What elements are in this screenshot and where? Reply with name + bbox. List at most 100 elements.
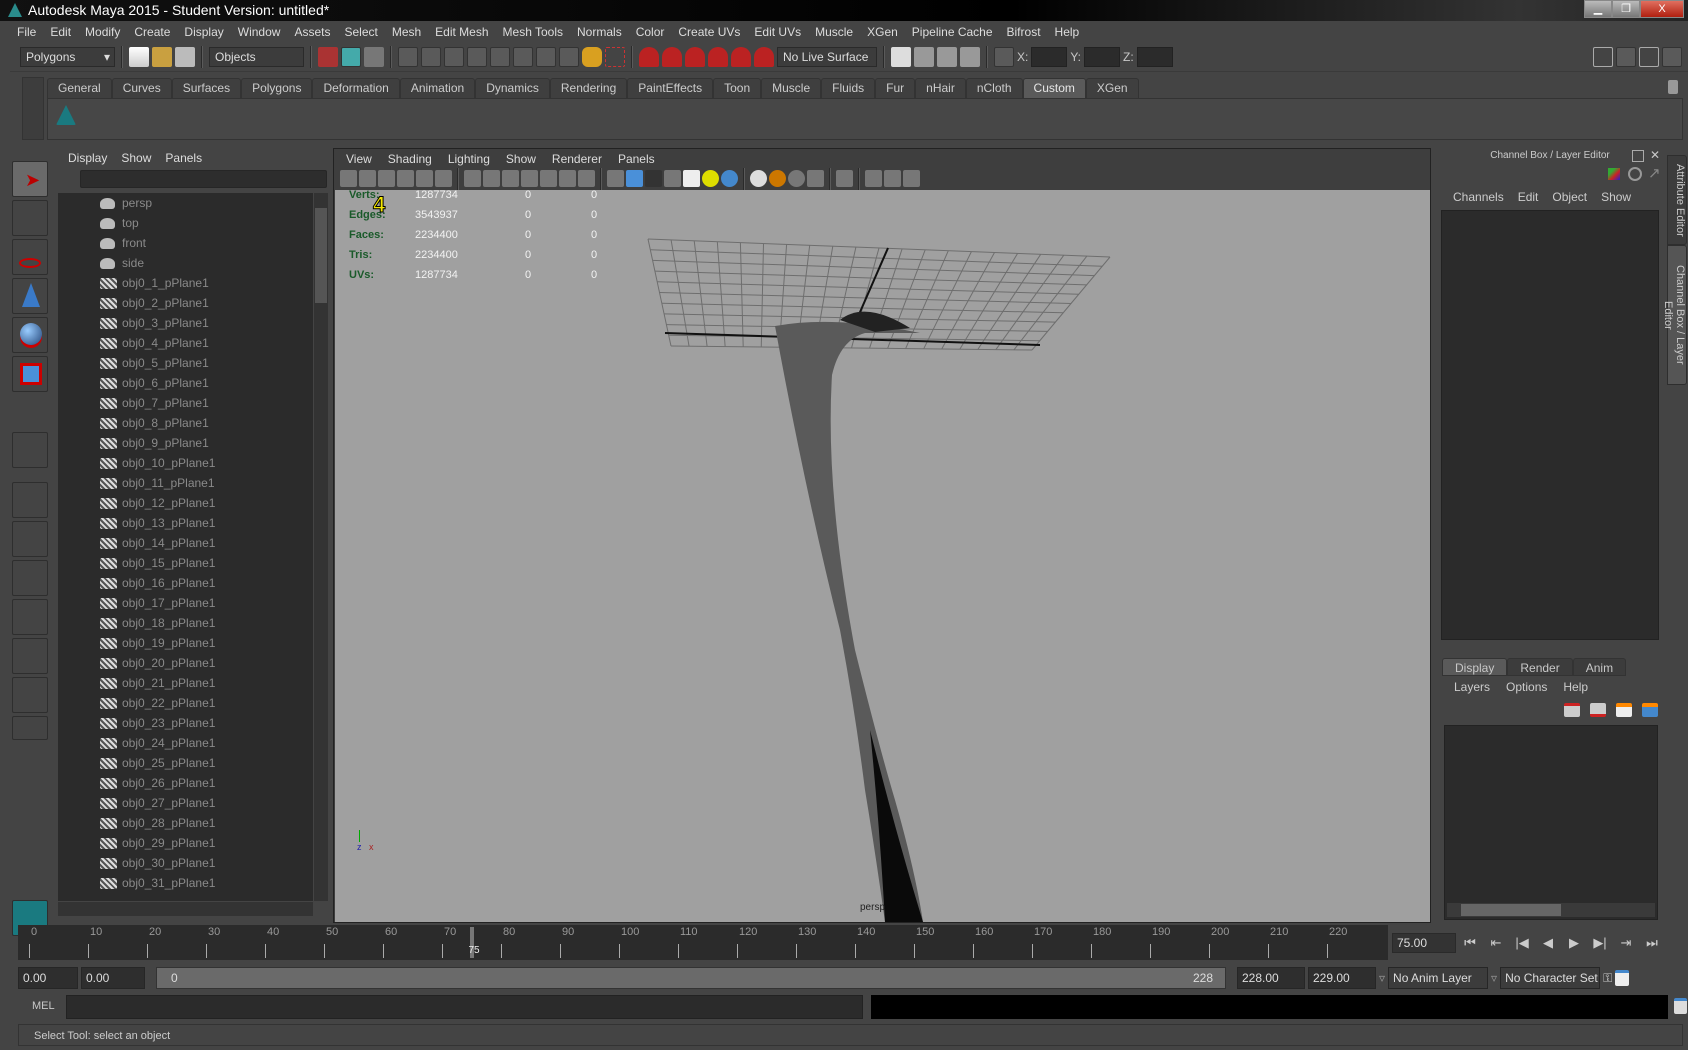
close-panel-icon[interactable]: ✕ xyxy=(1650,148,1660,162)
outliner-scroll-thumb[interactable] xyxy=(315,208,327,303)
current-frame-field[interactable]: 75.00 xyxy=(1392,933,1456,953)
float-panel-icon[interactable] xyxy=(1632,150,1644,162)
viewport-menu-shading[interactable]: Shading xyxy=(380,152,440,166)
character-set-dropdown[interactable]: No Character Set xyxy=(1500,967,1601,989)
highlight-selection-icon[interactable] xyxy=(605,46,625,67)
channelbox-menu-channels[interactable]: Channels xyxy=(1446,190,1511,204)
menu-help[interactable]: Help xyxy=(1048,25,1087,39)
film-gate-icon[interactable] xyxy=(483,170,500,187)
outliner-item[interactable]: obj0_15_pPlane1 xyxy=(58,553,313,573)
menu-color[interactable]: Color xyxy=(629,25,672,39)
snap-curve-icon[interactable] xyxy=(421,46,441,67)
gate-mask-icon[interactable] xyxy=(521,170,538,187)
script-editor-icon[interactable] xyxy=(1674,998,1687,1014)
shelf-tab-muscle[interactable]: Muscle xyxy=(761,78,822,98)
outliner-item[interactable]: obj0_19_pPlane1 xyxy=(58,633,313,653)
depth-of-field-icon[interactable] xyxy=(807,170,824,187)
new-layer-selected-icon[interactable] xyxy=(1642,703,1658,717)
snap-view-plane-icon[interactable] xyxy=(467,46,487,67)
hypershade-persp-layout[interactable] xyxy=(12,638,48,674)
grease-pencil-icon[interactable] xyxy=(435,170,452,187)
outliner-item[interactable]: obj0_12_pPlane1 xyxy=(58,493,313,513)
shelf-tab-dynamics[interactable]: Dynamics xyxy=(475,78,550,98)
playback-start-field[interactable]: 0.00 xyxy=(81,967,145,989)
wireframe-on-shaded-icon[interactable] xyxy=(645,170,662,187)
rotate-tool[interactable] xyxy=(12,317,48,353)
menu-mesh[interactable]: Mesh xyxy=(385,25,428,39)
textured-icon[interactable] xyxy=(683,170,700,187)
menu-file[interactable]: File xyxy=(10,25,43,39)
play-backwards-button[interactable]: ◀ xyxy=(1538,933,1558,953)
menu-modify[interactable]: Modify xyxy=(78,25,127,39)
shelf-tab-fur[interactable]: Fur xyxy=(875,78,916,98)
close-button[interactable]: X xyxy=(1640,0,1684,18)
attribute-editor-tab[interactable]: Attribute Editor xyxy=(1667,155,1687,245)
outliner-item[interactable]: obj0_29_pPlane1 xyxy=(58,833,313,853)
shelf-tab-rendering[interactable]: Rendering xyxy=(549,78,628,98)
shelf-tab-curves[interactable]: Curves xyxy=(111,78,172,98)
menu-assets[interactable]: Assets xyxy=(287,25,337,39)
scroll-thumb[interactable] xyxy=(1461,904,1561,916)
lock-icon[interactable] xyxy=(582,46,602,67)
time-slider[interactable]: 0 10 20 30 40 50 60 70 80 90 100 110 120 130 140 150 160… xyxy=(18,925,1388,960)
new-scene-icon[interactable] xyxy=(129,46,149,67)
help-icon[interactable] xyxy=(559,46,579,67)
snap-curve-magnet-icon[interactable] xyxy=(662,46,682,67)
attribute-editor-toggle-icon[interactable] xyxy=(1616,46,1636,67)
use-all-lights-icon[interactable] xyxy=(702,170,719,187)
select-component-icon[interactable] xyxy=(364,46,384,67)
select-object-icon[interactable] xyxy=(341,46,361,67)
outliner-item[interactable]: obj0_4_pPlane1 xyxy=(58,333,313,353)
safe-title-icon[interactable] xyxy=(578,170,595,187)
snap-point-icon[interactable] xyxy=(444,46,464,67)
wireframe-icon[interactable] xyxy=(607,170,624,187)
layer-tab-render[interactable]: Render xyxy=(1507,658,1573,676)
outliner-item[interactable]: obj0_5_pPlane1 xyxy=(58,353,313,373)
last-tool-used[interactable] xyxy=(12,432,48,468)
isolate-select-icon[interactable] xyxy=(836,170,853,187)
snap-grid-icon[interactable] xyxy=(398,46,418,67)
step-back-frame-red-button[interactable]: |◀ xyxy=(1512,933,1532,953)
menu-select[interactable]: Select xyxy=(337,25,384,39)
bookmarks-icon[interactable] xyxy=(378,170,395,187)
menu-edit[interactable]: Edit xyxy=(43,25,78,39)
shelf-tab-nhair[interactable]: nHair xyxy=(915,78,966,98)
step-forward-key-red-button[interactable]: ▶| xyxy=(1590,933,1610,953)
outliner-item[interactable]: obj0_17_pPlane1 xyxy=(58,593,313,613)
new-layer-icon[interactable] xyxy=(1616,703,1632,717)
layer-menu-options[interactable]: Options xyxy=(1498,680,1555,694)
xray-joints-icon[interactable] xyxy=(865,170,882,187)
handle-icon[interactable] xyxy=(490,46,510,67)
layer-menu-layers[interactable]: Layers xyxy=(1446,680,1498,694)
channelbox-menu-show[interactable]: Show xyxy=(1594,190,1638,204)
move-tool[interactable] xyxy=(12,278,48,314)
animation-preferences-icon[interactable] xyxy=(1615,970,1630,986)
smooth-shade-icon[interactable] xyxy=(626,170,643,187)
outliner-item[interactable]: top xyxy=(58,213,313,233)
outliner-item[interactable]: obj0_26_pPlane1 xyxy=(58,773,313,793)
menu-create[interactable]: Create xyxy=(127,25,177,39)
outliner-item[interactable]: side xyxy=(58,253,313,273)
multisample-aa-icon[interactable] xyxy=(788,170,805,187)
particle-icon[interactable] xyxy=(536,46,556,67)
z-field[interactable] xyxy=(1136,46,1173,67)
outliner-menu-display[interactable]: Display xyxy=(61,151,114,165)
scale-tool[interactable] xyxy=(12,356,48,392)
shelf-tab-animation[interactable]: Animation xyxy=(399,78,476,98)
outliner-item[interactable]: obj0_10_pPlane1 xyxy=(58,453,313,473)
snap-plane-magnet-icon[interactable] xyxy=(708,46,728,67)
shelf-tab-polygons[interactable]: Polygons xyxy=(241,78,313,98)
outliner-item[interactable]: obj0_7_pPlane1 xyxy=(58,393,313,413)
menu-muscle[interactable]: Muscle xyxy=(808,25,860,39)
tool-settings-icon[interactable] xyxy=(1639,46,1659,67)
modeling-toolkit-icon[interactable] xyxy=(1593,46,1613,67)
viewport-menu-view[interactable]: View xyxy=(338,152,380,166)
x-field[interactable] xyxy=(1031,46,1068,67)
speed-icon[interactable] xyxy=(1628,167,1642,181)
ipr-render-icon[interactable] xyxy=(937,46,957,67)
outliner-item[interactable]: obj0_23_pPlane1 xyxy=(58,713,313,733)
resolution-gate-icon[interactable] xyxy=(502,170,519,187)
go-to-start-button[interactable]: ⏮ xyxy=(1460,933,1480,953)
step-forward-frame-button[interactable]: ⇥ xyxy=(1616,933,1636,953)
playback-end-field[interactable]: 228.00 xyxy=(1237,967,1305,989)
